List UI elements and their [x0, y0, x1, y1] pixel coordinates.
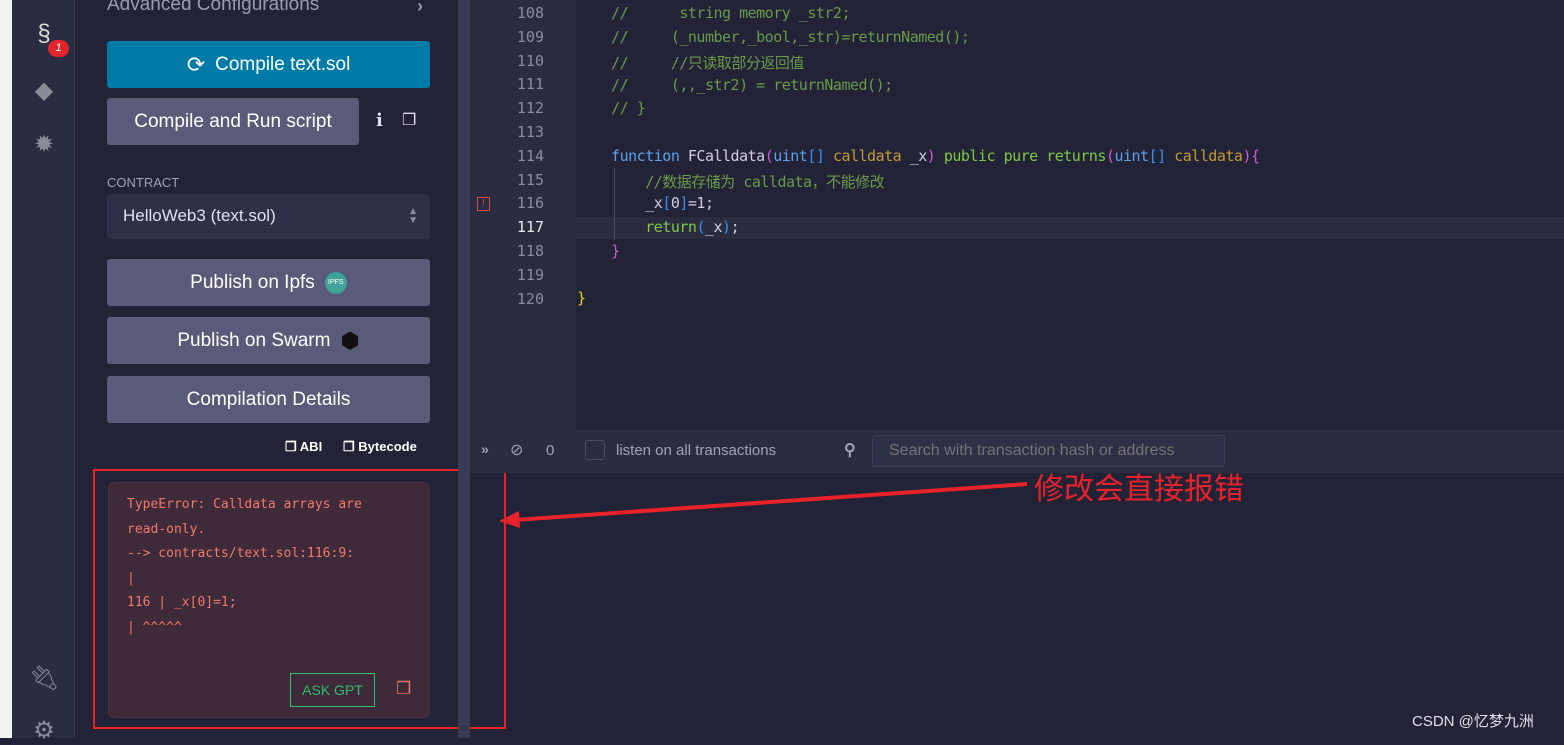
- publish-ipfs-button[interactable]: Publish on Ipfs IPFS: [107, 259, 430, 306]
- line-number: 110: [516, 51, 544, 70]
- watermark: CSDN @忆梦九洲: [1412, 713, 1534, 730]
- line-number: 120: [516, 289, 544, 308]
- compile-button[interactable]: ⟳ Compile text.sol: [107, 41, 430, 88]
- contract-label: CONTRACT: [107, 175, 180, 190]
- refresh-icon: ⟳: [186, 51, 206, 77]
- code-line: // (_number,_bool,_str)=returnNamed();: [577, 28, 970, 46]
- contract-select[interactable]: HelloWeb3 (text.sol) ▲ ▼: [107, 194, 430, 239]
- code-line: //数据存储为 calldata，不能修改: [577, 173, 885, 191]
- code-line: _x[0]=1;: [577, 194, 714, 212]
- info-icon[interactable]: i: [376, 110, 383, 131]
- line-number: 114: [516, 146, 544, 165]
- code-line: }: [611, 242, 620, 260]
- deploy-ethereum-icon[interactable]: ◆: [29, 76, 59, 105]
- copy-icon: ❐: [343, 439, 355, 454]
- line-number: 119: [516, 265, 544, 284]
- compilation-details-label: Compilation Details: [186, 388, 351, 410]
- copy-bytecode-button[interactable]: ❐ Bytecode: [343, 439, 417, 455]
- publish-ipfs-label: Publish on Ipfs: [190, 271, 315, 293]
- terminal-toolbar: » ⊘ 0 listen on all transactions ⚲: [470, 430, 1564, 473]
- bytecode-label: Bytecode: [358, 439, 417, 454]
- compile-label: Compile text.sol: [215, 53, 351, 75]
- code-line: return(_x);: [645, 218, 740, 236]
- line-number: 115: [516, 170, 544, 189]
- compile-run-button[interactable]: Compile and Run script: [107, 98, 359, 145]
- contract-value: HelloWeb3 (text.sol): [123, 206, 276, 225]
- line-number: 111: [516, 75, 544, 94]
- plugin-icon[interactable]: 🔌︎: [29, 664, 59, 693]
- line-number: 118: [516, 242, 544, 260]
- copy-icon[interactable]: ❐: [402, 110, 416, 130]
- search-icon: ⚲: [844, 442, 856, 459]
- line-number: 113: [516, 123, 544, 141]
- copy-abi-button[interactable]: ❐ ABI: [285, 439, 322, 455]
- annotation-box: [93, 469, 506, 729]
- code-line: // }: [577, 99, 646, 117]
- select-arrows-icon: ▲ ▼: [408, 206, 418, 226]
- line-number: 116: [516, 194, 544, 213]
- panel-scrollbar[interactable]: [458, 0, 470, 738]
- clear-console-icon[interactable]: ⊘: [510, 440, 523, 460]
- pending-tx-count: 0: [546, 442, 555, 459]
- publish-swarm-label: Publish on Swarm: [177, 329, 331, 351]
- code-line: // (,,_str2) = returnNamed();: [577, 76, 893, 94]
- code-line: // //只读取部分返回值: [577, 54, 804, 72]
- debugger-bug-icon[interactable]: ✹: [29, 130, 59, 159]
- swarm-logo-icon: ⬢: [340, 327, 360, 353]
- line-number: 117: [516, 218, 544, 237]
- line-number: 109: [516, 27, 544, 46]
- collapse-terminal-icon[interactable]: »: [481, 441, 489, 457]
- annotation-text: 修改会直接报错: [1034, 473, 1244, 506]
- advanced-configurations[interactable]: Advanced Configurations: [107, 0, 319, 16]
- line-number: 112: [516, 99, 544, 118]
- code-line: function FCalldata(uint[] calldata _x) p…: [611, 147, 1260, 165]
- error-count-badge: 1: [48, 40, 69, 57]
- publish-swarm-button[interactable]: Publish on Swarm ⬢: [107, 317, 430, 364]
- code-line: }: [577, 289, 586, 307]
- listen-checkbox[interactable]: [585, 440, 605, 460]
- listen-label: listen on all transactions: [616, 442, 777, 459]
- abi-label: ABI: [299, 439, 323, 454]
- line-number: 108: [516, 4, 544, 22]
- window-edge: [0, 0, 12, 738]
- compilation-details-button[interactable]: Compilation Details: [107, 376, 430, 423]
- ipfs-logo-icon: IPFS: [324, 271, 347, 294]
- chevron-right-icon[interactable]: ›: [417, 0, 423, 17]
- icon-sidebar: § 1 ◆ ✹ 🔌︎ ⚙: [12, 0, 75, 744]
- settings-gear-icon[interactable]: ⚙: [29, 716, 59, 745]
- compile-run-label: Compile and Run script: [134, 110, 332, 132]
- transaction-search-input[interactable]: [872, 435, 1225, 467]
- copy-icon: ❐: [285, 439, 297, 454]
- code-line: // string memory _str2;: [577, 4, 850, 22]
- annotation-arrow: [499, 482, 1028, 528]
